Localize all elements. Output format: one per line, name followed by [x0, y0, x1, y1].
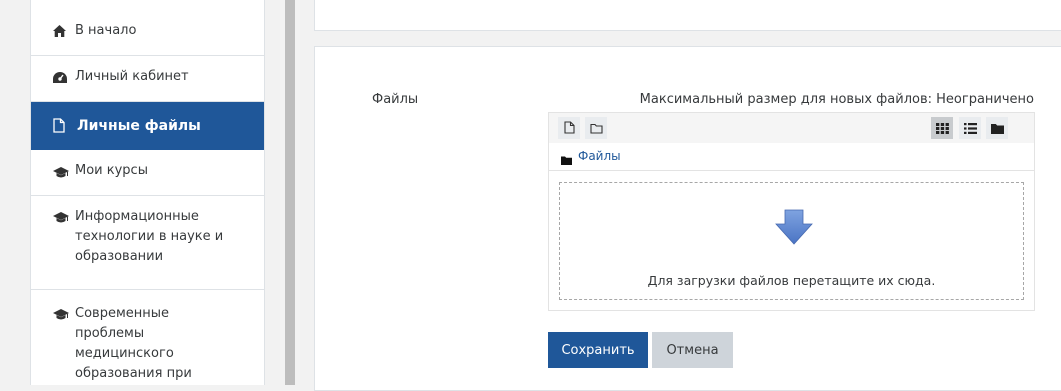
- course-label-line: образования при: [75, 366, 192, 381]
- cancel-button[interactable]: Отмена: [652, 332, 733, 368]
- header-card: [314, 0, 1061, 31]
- view-tree-button[interactable]: [986, 117, 1008, 139]
- nav-item-home-label: В начало: [75, 23, 137, 38]
- graduation-cap-icon: [53, 309, 69, 323]
- left-navigation: В начало Личный кабинет Личные файлы Мои…: [30, 0, 265, 385]
- view-icons-button[interactable]: [931, 117, 953, 139]
- path-root-link[interactable]: Файлы: [578, 148, 621, 164]
- file-icon: [563, 119, 575, 138]
- nav-item-course-it-label: Информационные технологии в науке и обра…: [75, 207, 223, 267]
- grid-view-icon: [935, 119, 949, 138]
- download-arrow-icon: [774, 208, 814, 248]
- nav-item-my-courses-label: Мои курсы: [75, 163, 148, 178]
- graduation-cap-icon: [53, 212, 69, 226]
- nav-item-private-files[interactable]: Личные файлы: [31, 102, 264, 150]
- nav-item-dashboard-label: Личный кабинет: [75, 69, 189, 84]
- file-icon: [53, 118, 65, 135]
- panel-splitter: [285, 0, 295, 385]
- course-label-line: Современные: [75, 306, 170, 321]
- nav-item-course-medical[interactable]: Современные проблемы медицинского образо…: [31, 290, 264, 385]
- folder-outline-icon: [589, 119, 603, 138]
- filemanager-toolbar: [548, 112, 1035, 143]
- course-label-line: Информационные: [75, 209, 199, 224]
- folder-icon: [990, 119, 1004, 138]
- nav-item-home[interactable]: В начало: [31, 0, 264, 56]
- max-file-size-note: Максимальный размер для новых файлов: Не…: [639, 92, 1034, 107]
- filemanager-path-bar: Файлы: [548, 143, 1035, 171]
- add-file-button[interactable]: [558, 117, 580, 139]
- nav-item-course-it[interactable]: Информационные технологии в науке и обра…: [31, 196, 264, 290]
- course-label-line: технологии в науке и: [75, 229, 224, 244]
- course-label-line: проблемы: [75, 326, 145, 341]
- dashboard-icon: [53, 72, 67, 87]
- nav-item-private-files-label: Личные файлы: [77, 118, 201, 134]
- list-view-icon: [963, 119, 977, 138]
- create-folder-button[interactable]: [585, 117, 607, 139]
- nav-item-dashboard[interactable]: Личный кабинет: [31, 56, 264, 102]
- files-field-label: Файлы: [372, 92, 419, 107]
- home-icon: [53, 25, 66, 39]
- nav-item-my-courses[interactable]: Мои курсы: [31, 150, 264, 196]
- folder-icon: [561, 150, 572, 169]
- drop-zone-hint: Для загрузки файлов перетащите их сюда.: [647, 273, 936, 288]
- nav-item-course-medical-label: Современные проблемы медицинского образо…: [75, 304, 192, 384]
- view-list-button[interactable]: [959, 117, 981, 139]
- save-button[interactable]: Сохранить: [548, 332, 648, 368]
- course-label-line: медицинского: [75, 346, 174, 361]
- graduation-cap-icon: [53, 167, 69, 181]
- course-label-line: образовании: [75, 249, 164, 264]
